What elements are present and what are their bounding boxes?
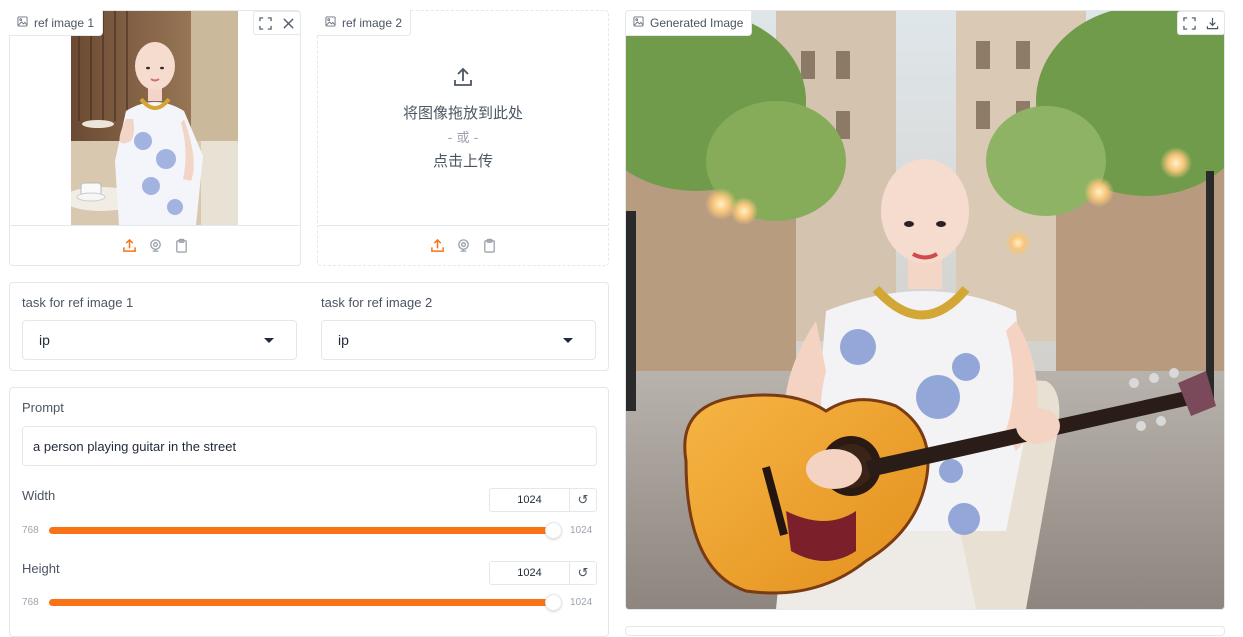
ref-image-1-panel: ref image 1 bbox=[9, 10, 301, 266]
ref-image-1-label-text: ref image 1 bbox=[34, 15, 95, 30]
task-1-value: ip bbox=[39, 332, 50, 348]
image-icon bbox=[633, 15, 644, 30]
fullscreen-icon bbox=[1183, 16, 1196, 30]
ref-image-1-photo bbox=[71, 11, 238, 225]
fullscreen-icon bbox=[259, 16, 272, 30]
height-number-box: 1024 ↺ bbox=[489, 561, 597, 585]
width-reset-button[interactable]: ↺ bbox=[570, 489, 596, 511]
ref-image-2-label-text: ref image 2 bbox=[342, 15, 403, 30]
ref-image-2-label: ref image 2 bbox=[317, 10, 412, 36]
width-max-label: 1024 bbox=[570, 525, 593, 536]
upload-icon bbox=[122, 238, 136, 252]
width-min-label: 768 bbox=[22, 525, 39, 536]
height-slider-thumb[interactable] bbox=[545, 594, 562, 611]
image-icon bbox=[325, 15, 336, 30]
upload-icon bbox=[451, 65, 475, 94]
clipboard-source-button[interactable] bbox=[481, 238, 497, 254]
prompt-label: Prompt bbox=[22, 400, 64, 415]
click-upload-text[interactable]: 点击上传 bbox=[433, 150, 493, 171]
width-number-input[interactable]: 1024 bbox=[490, 489, 570, 511]
generated-image bbox=[626, 11, 1224, 609]
caret-down-icon bbox=[563, 338, 573, 343]
prompt-input[interactable]: a person playing guitar in the street bbox=[22, 426, 597, 466]
generated-image-actions bbox=[1177, 11, 1224, 35]
height-max-label: 1024 bbox=[570, 597, 593, 608]
ref-image-1-label: ref image 1 bbox=[9, 10, 104, 36]
height-label: Height bbox=[22, 561, 60, 576]
clipboard-source-button[interactable] bbox=[173, 238, 189, 254]
width-slider-fill bbox=[49, 527, 554, 534]
fullscreen-button[interactable] bbox=[1178, 12, 1201, 34]
task-1-dropdown[interactable]: ip bbox=[22, 320, 297, 360]
height-reset-button[interactable]: ↺ bbox=[570, 562, 596, 584]
webcam-icon bbox=[149, 239, 161, 252]
clipboard-icon bbox=[175, 238, 187, 253]
webcam-source-button[interactable] bbox=[147, 238, 163, 254]
height-number-input[interactable]: 1024 bbox=[490, 562, 570, 584]
reset-icon: ↺ bbox=[577, 492, 589, 507]
upload-source-button[interactable] bbox=[429, 238, 445, 254]
height-min-label: 768 bbox=[22, 597, 39, 608]
ref-image-1-actions bbox=[253, 11, 301, 35]
clipboard-icon bbox=[483, 238, 495, 253]
task-1-label: task for ref image 1 bbox=[22, 295, 134, 310]
upload-source-button[interactable] bbox=[121, 238, 137, 254]
download-icon bbox=[1206, 17, 1219, 29]
height-slider[interactable] bbox=[49, 594, 562, 611]
ref-image-2-source-toolbar bbox=[318, 225, 608, 265]
webcam-source-button[interactable] bbox=[455, 238, 471, 254]
clear-image-button[interactable] bbox=[277, 12, 300, 34]
generated-image-panel: Generated Image bbox=[625, 10, 1225, 610]
task-settings-panel: task for ref image 1 ip task for ref ima… bbox=[9, 282, 609, 371]
height-slider-fill bbox=[49, 599, 554, 606]
generated-image-label: Generated Image bbox=[626, 11, 753, 36]
upload-icon bbox=[430, 238, 444, 252]
image-dropzone[interactable]: 将图像拖放到此处 - 或 - 点击上传 bbox=[318, 11, 608, 225]
width-slider[interactable] bbox=[49, 522, 562, 539]
webcam-icon bbox=[457, 239, 469, 252]
fullscreen-button[interactable] bbox=[254, 12, 277, 34]
task-2-label: task for ref image 2 bbox=[321, 295, 433, 310]
width-number-box: 1024 ↺ bbox=[489, 488, 597, 512]
or-divider-text: - 或 - bbox=[447, 131, 479, 146]
ref-image-2-panel[interactable]: ref image 2 将图像拖放到此处 - 或 - 点击上传 bbox=[317, 10, 609, 266]
generation-settings-panel: Prompt a person playing guitar in the st… bbox=[9, 387, 609, 637]
caret-down-icon bbox=[264, 338, 274, 343]
ref-image-1-source-toolbar bbox=[10, 225, 300, 265]
drop-here-text: 将图像拖放到此处 bbox=[402, 104, 523, 122]
task-2-dropdown[interactable]: ip bbox=[321, 320, 596, 360]
generated-image-label-text: Generated Image bbox=[650, 15, 744, 30]
close-icon bbox=[283, 17, 294, 29]
width-label: Width bbox=[22, 488, 56, 503]
task-2-value: ip bbox=[338, 332, 349, 348]
download-button[interactable] bbox=[1201, 12, 1224, 34]
prompt-value: a person playing guitar in the street bbox=[33, 438, 237, 454]
reset-icon: ↺ bbox=[577, 565, 589, 580]
width-slider-thumb[interactable] bbox=[545, 522, 562, 539]
image-icon bbox=[17, 15, 28, 30]
